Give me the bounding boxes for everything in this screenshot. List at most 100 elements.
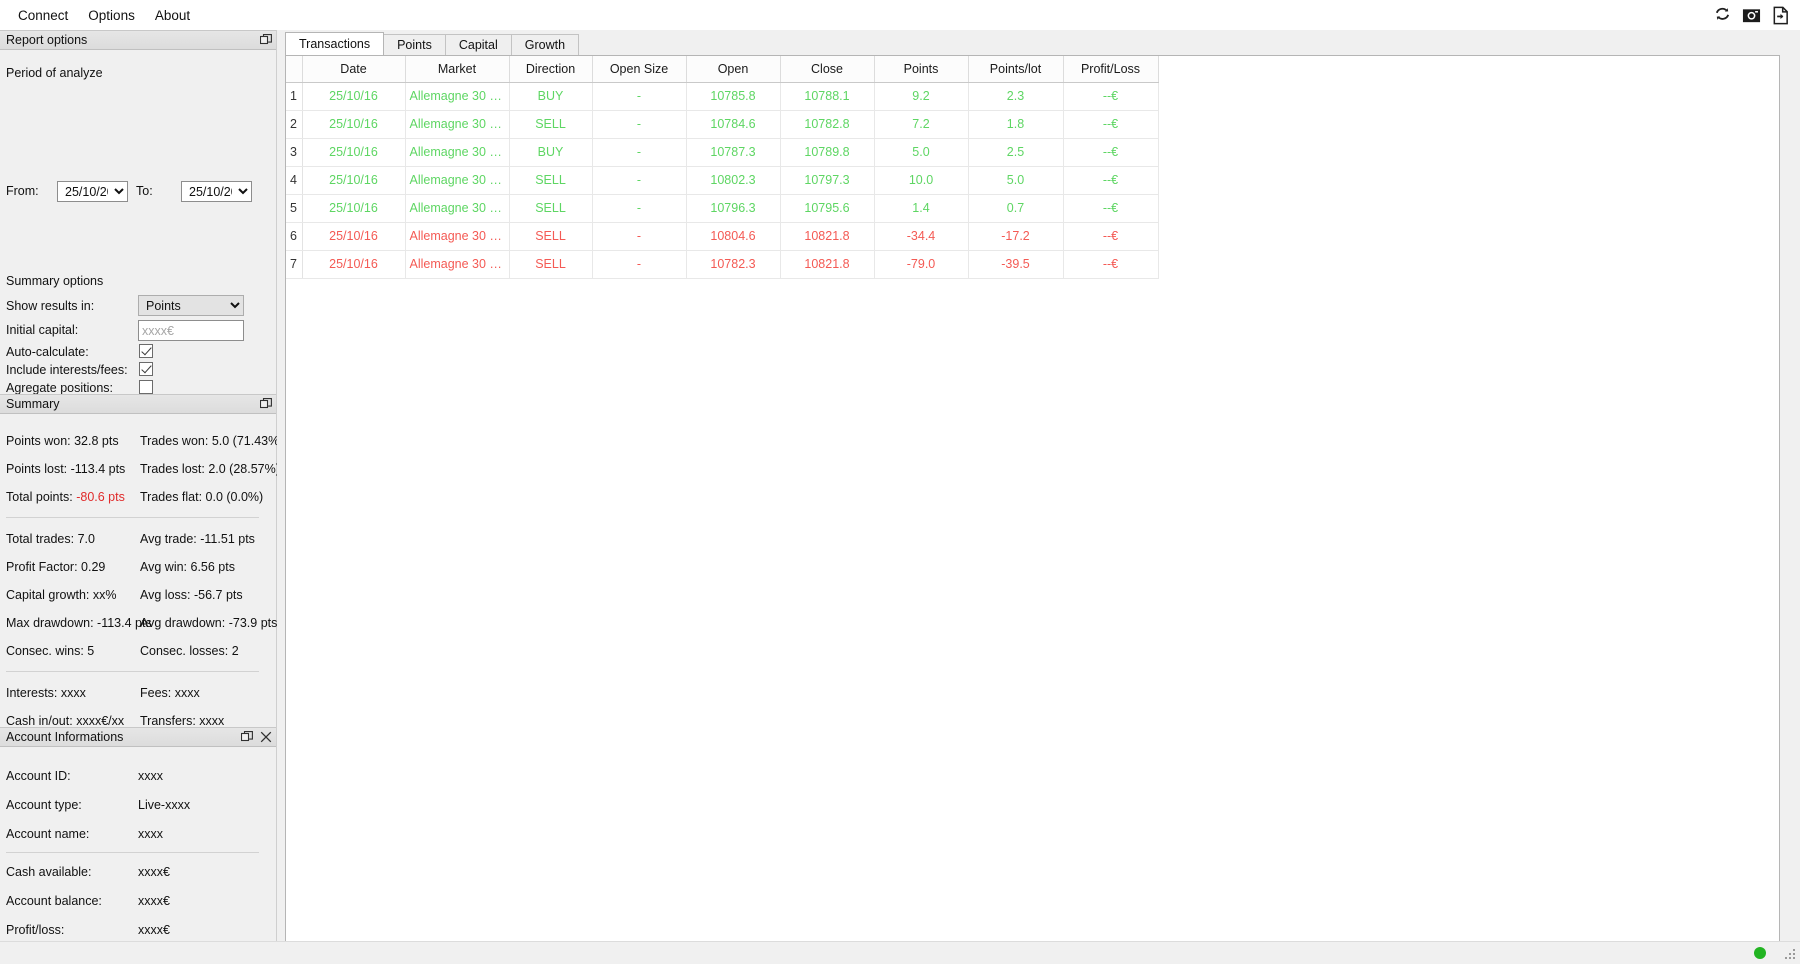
tab-points[interactable]: Points xyxy=(383,34,446,55)
account-name-label: Account name: xyxy=(6,827,90,841)
cell-direction: SELL xyxy=(509,194,593,223)
summary-avg-drawdown: Avg drawdown: -73.9 pts xyxy=(140,616,277,630)
summary-consec-wins: Consec. wins: 5 xyxy=(6,644,94,658)
cell-row-number: 6 xyxy=(286,222,303,251)
cell-close: 10789.8 xyxy=(780,138,875,167)
from-row: From: xyxy=(6,184,39,198)
tab-growth[interactable]: Growth xyxy=(510,34,580,55)
cell-points-lot: 5.0 xyxy=(968,166,1064,195)
column-header-direction[interactable]: Direction xyxy=(509,56,593,83)
label: Transfers: xyxy=(140,714,196,728)
column-header-profit-loss[interactable]: Profit/Loss xyxy=(1063,56,1159,83)
cell-close: 10788.1 xyxy=(780,82,875,111)
cell-points: -34.4 xyxy=(874,222,969,251)
value: 5 xyxy=(87,644,95,658)
show-results-select[interactable]: Points xyxy=(138,295,244,316)
summary-header: Summary xyxy=(0,394,276,414)
value: 0.29 xyxy=(81,560,106,574)
table-row[interactable]: 7 25/10/16 Allemagne 30 a... SELL -10782.3 10… xyxy=(286,250,1159,279)
column-header-open-size[interactable]: Open Size xyxy=(592,56,687,83)
cell-points: -79.0 xyxy=(874,250,969,279)
to-date-select[interactable]: 25/10/2016 xyxy=(181,181,252,202)
tab-capital[interactable]: Capital xyxy=(444,34,512,55)
cell-profit-loss: --€ xyxy=(1063,82,1159,111)
agregate-positions-checkbox[interactable] xyxy=(139,380,153,394)
auto-calculate-checkbox[interactable] xyxy=(139,344,153,358)
table-row[interactable]: 4 25/10/16 Allemagne 30 a... SELL -10802.3 10… xyxy=(286,166,1159,195)
table-row[interactable]: 6 25/10/16 Allemagne 30 a... SELL -10804.6 10… xyxy=(286,222,1159,251)
float-panel-icon[interactable] xyxy=(259,398,272,410)
column-header-market[interactable]: Market xyxy=(405,56,510,83)
column-header-rownum xyxy=(286,56,303,83)
menu-connect[interactable]: Connect xyxy=(8,4,78,27)
menu-about[interactable]: About xyxy=(145,4,200,27)
value: -80.6 pts xyxy=(76,490,125,504)
label: Max drawdown: xyxy=(6,616,94,630)
cell-points-lot: 1.8 xyxy=(968,110,1064,139)
agregate-positions-label: Agregate positions: xyxy=(6,381,114,395)
cell-direction: SELL xyxy=(509,110,593,139)
menu-bar: Connect Options About xyxy=(0,0,1800,30)
cell-date: 25/10/16 xyxy=(302,166,406,195)
column-header-date[interactable]: Date xyxy=(302,56,406,83)
cell-points: 9.2 xyxy=(874,82,969,111)
export-icon[interactable] xyxy=(1771,6,1790,25)
column-header-close[interactable]: Close xyxy=(780,56,875,83)
summary-points-won: Points won: 32.8 pts xyxy=(6,434,119,448)
summary-profit-factor: Profit Factor: 0.29 xyxy=(6,560,105,574)
cell-market: Allemagne 30 a... xyxy=(405,82,510,111)
float-panel-icon[interactable] xyxy=(259,34,272,46)
left-dock-panel: Report options Period of analyze From: 2… xyxy=(0,30,283,963)
tab-strip: Transactions Points Capital Growth xyxy=(285,32,580,55)
tab-transactions[interactable]: Transactions xyxy=(285,32,385,55)
cell-close: 10797.3 xyxy=(780,166,875,195)
auto-calculate-label: Auto-calculate: xyxy=(6,345,89,359)
to-row: To: xyxy=(136,184,153,198)
summary-trades-lost: Trades lost: 2.0 (28.57%) xyxy=(140,462,280,476)
summary-interests: Interests: xxxx xyxy=(6,686,86,700)
close-icon[interactable] xyxy=(260,731,272,743)
label: Interests: xyxy=(6,686,58,700)
value: 32.8 pts xyxy=(74,434,119,448)
label: Consec. wins: xyxy=(6,644,84,658)
column-header-points[interactable]: Points xyxy=(874,56,969,83)
cell-date: 25/10/16 xyxy=(302,194,406,223)
cell-market: Allemagne 30 a... xyxy=(405,250,510,279)
cash-available-label: Cash available: xyxy=(6,865,92,879)
account-balance-label: Account balance: xyxy=(6,894,102,908)
column-header-points-lot[interactable]: Points/lot xyxy=(968,56,1064,83)
cell-points: 7.2 xyxy=(874,110,969,139)
cell-close: 10821.8 xyxy=(780,250,875,279)
summary-options-label: Summary options xyxy=(6,274,104,288)
from-date-select[interactable]: 25/10/2016 xyxy=(57,181,128,202)
cell-date: 25/10/16 xyxy=(302,250,406,279)
cell-market: Allemagne 30 a... xyxy=(405,194,510,223)
cell-open: 10782.3 xyxy=(686,250,781,279)
label: Total trades: xyxy=(6,532,75,546)
cell-open: 10785.8 xyxy=(686,82,781,111)
cell-open: 10802.3 xyxy=(686,166,781,195)
table-row[interactable]: 2 25/10/16 Allemagne 30 a... SELL -10784.6 10… xyxy=(286,110,1159,139)
initial-capital-input[interactable] xyxy=(138,320,244,341)
cell-points-lot: 0.7 xyxy=(968,194,1064,223)
resize-grip[interactable] xyxy=(1783,947,1797,961)
summary-points-lost: Points lost: -113.4 pts xyxy=(6,462,125,476)
connection-status-indicator xyxy=(1754,947,1766,959)
camera-icon[interactable] xyxy=(1742,6,1761,25)
value: xxxx xyxy=(174,686,200,700)
cell-row-number: 5 xyxy=(286,194,303,223)
float-panel-icon[interactable] xyxy=(240,731,253,743)
column-header-open[interactable]: Open xyxy=(686,56,781,83)
menu-options[interactable]: Options xyxy=(78,4,145,27)
profit-loss-label: Profit/loss: xyxy=(6,923,65,937)
value: xxxx€/xx xyxy=(76,714,125,728)
show-results-row: Show results in: xyxy=(6,299,94,313)
refresh-icon[interactable] xyxy=(1713,6,1732,25)
account-name-value: xxxx xyxy=(138,827,163,841)
table-row[interactable]: 3 25/10/16 Allemagne 30 a... BUY -10787.3 107… xyxy=(286,138,1159,167)
include-interests-label: Include interests/fees: xyxy=(6,363,128,377)
include-interests-checkbox[interactable] xyxy=(139,362,153,376)
table-row[interactable]: 1 25/10/16 Allemagne 30 a... BUY -10785.8 107… xyxy=(286,82,1159,111)
auto-calculate-row: Auto-calculate: xyxy=(6,345,89,359)
table-row[interactable]: 5 25/10/16 Allemagne 30 a... SELL -10796.3 10… xyxy=(286,194,1159,223)
